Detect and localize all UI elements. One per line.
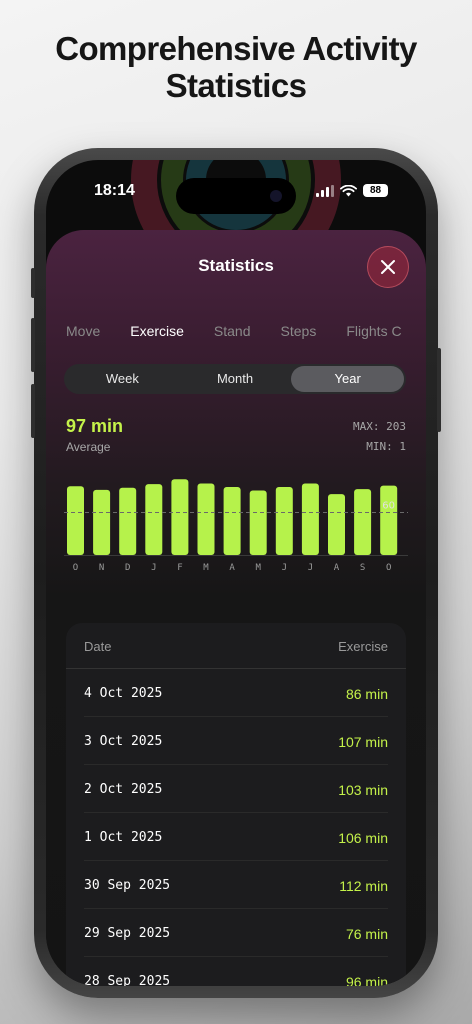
row-date: 30 Sep 2025: [84, 878, 171, 893]
action-button: [31, 268, 35, 298]
phone-screen: 18:14 88 Statistics Move Exercise Stand …: [46, 160, 426, 986]
x-tick-label: F: [177, 563, 182, 573]
min-value: MIN: 1: [366, 440, 406, 453]
row-value: 106 min: [338, 830, 388, 846]
volume-up-button: [31, 318, 35, 372]
max-value: MAX: 203: [353, 420, 406, 433]
table-row[interactable]: 2 Oct 2025 103 min: [84, 765, 388, 813]
row-value: 107 min: [338, 734, 388, 750]
chart-bar[interactable]: [380, 485, 398, 555]
table-header: Date Exercise: [66, 623, 406, 669]
front-camera-icon: [270, 190, 282, 202]
range-week[interactable]: Week: [66, 366, 179, 392]
chart-bar[interactable]: [93, 489, 111, 555]
close-icon: [381, 260, 395, 274]
x-tick-label: M: [255, 563, 261, 573]
x-tick-label: D: [125, 563, 130, 573]
range-segmented-control: Week Month Year: [64, 364, 406, 394]
volume-down-button: [31, 384, 35, 438]
power-button: [437, 348, 441, 432]
x-tick-label: A: [229, 563, 235, 573]
headline-line-1: Comprehensive Activity: [55, 30, 417, 67]
row-date: 3 Oct 2025: [84, 734, 163, 749]
chart-bar[interactable]: [67, 486, 84, 555]
row-value: 96 min: [345, 974, 388, 986]
x-tick-label: A: [334, 563, 340, 573]
row-date: 4 Oct 2025: [84, 686, 163, 701]
chart-bar[interactable]: [354, 489, 372, 555]
chart-bar[interactable]: [197, 483, 215, 555]
table-row[interactable]: 30 Sep 2025 112 min: [84, 861, 388, 909]
chart-bar[interactable]: [275, 487, 293, 555]
chart-bar[interactable]: [249, 490, 267, 555]
row-date: 29 Sep 2025: [84, 926, 171, 941]
tab-steps[interactable]: Steps: [281, 323, 317, 339]
headline-line-2: Statistics: [165, 67, 307, 104]
exercise-bar-chart: O N D J F M A M J J A S O 60: [64, 479, 408, 573]
row-date: 2 Oct 2025: [84, 782, 163, 797]
table-row[interactable]: 4 Oct 2025 86 min: [84, 669, 388, 717]
chart-bar[interactable]: [145, 484, 163, 555]
x-tick-label: J: [151, 563, 156, 573]
table-row[interactable]: 28 Sep 2025 96 min: [84, 957, 388, 986]
header-exercise: Exercise: [338, 639, 388, 654]
status-icons: 88: [316, 184, 388, 197]
page-headline: Comprehensive Activity Statistics: [0, 30, 472, 104]
row-value: 86 min: [345, 686, 388, 702]
row-date: 28 Sep 2025: [84, 974, 171, 986]
average-label: Average: [66, 440, 111, 454]
dynamic-island: [176, 178, 296, 214]
row-date: 1 Oct 2025: [84, 830, 163, 845]
chart-bar[interactable]: [119, 487, 137, 555]
x-tick-label: J: [282, 563, 287, 573]
metric-tabs: Move Exercise Stand Steps Flights C: [66, 323, 426, 341]
header-date: Date: [84, 639, 112, 654]
row-value: 76 min: [345, 926, 388, 942]
exercise-table: Date Exercise 4 Oct 2025 86 min 3 Oct 202…: [66, 623, 406, 986]
close-button[interactable]: [367, 246, 409, 288]
x-tick-label: M: [203, 563, 209, 573]
statistics-sheet: Statistics Move Exercise Stand Steps Flights…: [46, 230, 426, 986]
tab-exercise[interactable]: Exercise: [130, 323, 184, 339]
reference-line-label: 60: [382, 501, 395, 512]
battery-icon: 88: [363, 184, 388, 197]
x-tick-label: O: [73, 563, 78, 573]
chart-bar[interactable]: [171, 479, 189, 555]
average-value: 97 min: [66, 416, 124, 436]
table-row[interactable]: 1 Oct 2025 106 min: [84, 813, 388, 861]
wifi-icon: [340, 184, 357, 196]
tab-flights[interactable]: Flights C: [346, 323, 401, 339]
row-value: 112 min: [339, 878, 388, 894]
chart-bar[interactable]: [223, 487, 241, 555]
x-tick-label: N: [99, 563, 104, 573]
range-month[interactable]: Month: [179, 366, 292, 392]
status-time: 18:14: [94, 182, 135, 199]
x-tick-label: J: [308, 563, 313, 573]
range-year[interactable]: Year: [291, 366, 405, 392]
chart-bar[interactable]: [301, 483, 319, 555]
chart-bar[interactable]: [328, 494, 345, 555]
row-value: 103 min: [338, 782, 388, 798]
tab-move[interactable]: Move: [66, 323, 100, 339]
status-bar: 18:14 88: [46, 178, 426, 214]
x-tick-label: O: [386, 563, 391, 573]
cellular-signal-icon: [316, 184, 334, 197]
table-row[interactable]: 3 Oct 2025 107 min: [84, 717, 388, 765]
table-row[interactable]: 29 Sep 2025 76 min: [84, 909, 388, 957]
x-tick-label: S: [360, 563, 365, 573]
phone-frame: 18:14 88 Statistics Move Exercise Stand …: [31, 148, 441, 998]
tab-stand[interactable]: Stand: [214, 323, 251, 339]
